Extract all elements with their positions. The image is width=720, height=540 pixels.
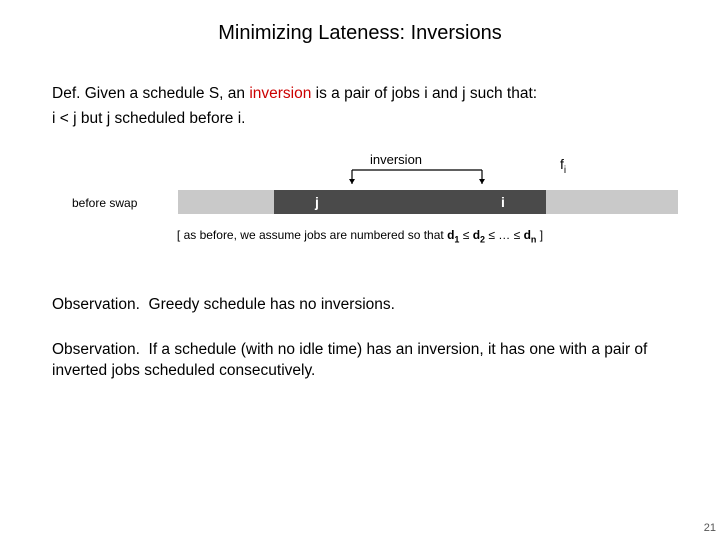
assume-suffix: ] (536, 228, 543, 242)
obs1-text: Greedy schedule has no inversions. (149, 296, 395, 313)
observation-1: Observation. Greedy schedule has no inve… (52, 296, 672, 314)
schedule-seg-i: i (460, 190, 546, 214)
assume-prefix: [ as before, we assume jobs are numbered… (177, 228, 447, 242)
schedule-seg-grey (546, 190, 602, 214)
def-lead: Def. (52, 85, 80, 102)
inversion-arrow-label: inversion (370, 152, 422, 167)
inversion-bracket-icon (342, 168, 492, 188)
fi-subscript: i (564, 165, 566, 176)
schedule-seg-j: j (274, 190, 360, 214)
obs2-text: If a schedule (with no idle time) has an… (52, 341, 647, 379)
definition-block: Def. Given a schedule S, an inversion is… (52, 84, 672, 130)
page-number: 21 (704, 522, 716, 534)
schedule-seg-grey (638, 190, 678, 214)
assume-le2: ≤ … ≤ (485, 228, 524, 242)
observation-2: Observation. If a schedule (with no idle… (52, 340, 672, 382)
fi-label: fi (560, 156, 566, 176)
inversion-term: inversion (249, 85, 311, 102)
schedule-seg-grey (178, 190, 234, 214)
assume-le1: ≤ (459, 228, 472, 242)
def-text-2: i < j but j scheduled before i. (52, 109, 672, 130)
obs1-lead: Observation. (52, 296, 140, 313)
slide-title: Minimizing Lateness: Inversions (0, 22, 720, 45)
assume-dn: d (524, 228, 531, 242)
schedule-seg-grey (234, 190, 274, 214)
schedule-seg-grey (602, 190, 638, 214)
schedule-seg-gap (360, 190, 460, 214)
assumption-note: [ as before, we assume jobs are numbered… (0, 228, 720, 244)
assume-d2: d (473, 228, 480, 242)
def-text-1a: Given a schedule S, an (85, 85, 250, 102)
before-swap-label: before swap (72, 196, 137, 210)
def-text-1b: is a pair of jobs i and j such that: (311, 85, 537, 102)
schedule-bar: j i (178, 190, 678, 214)
obs2-lead: Observation. (52, 341, 140, 358)
